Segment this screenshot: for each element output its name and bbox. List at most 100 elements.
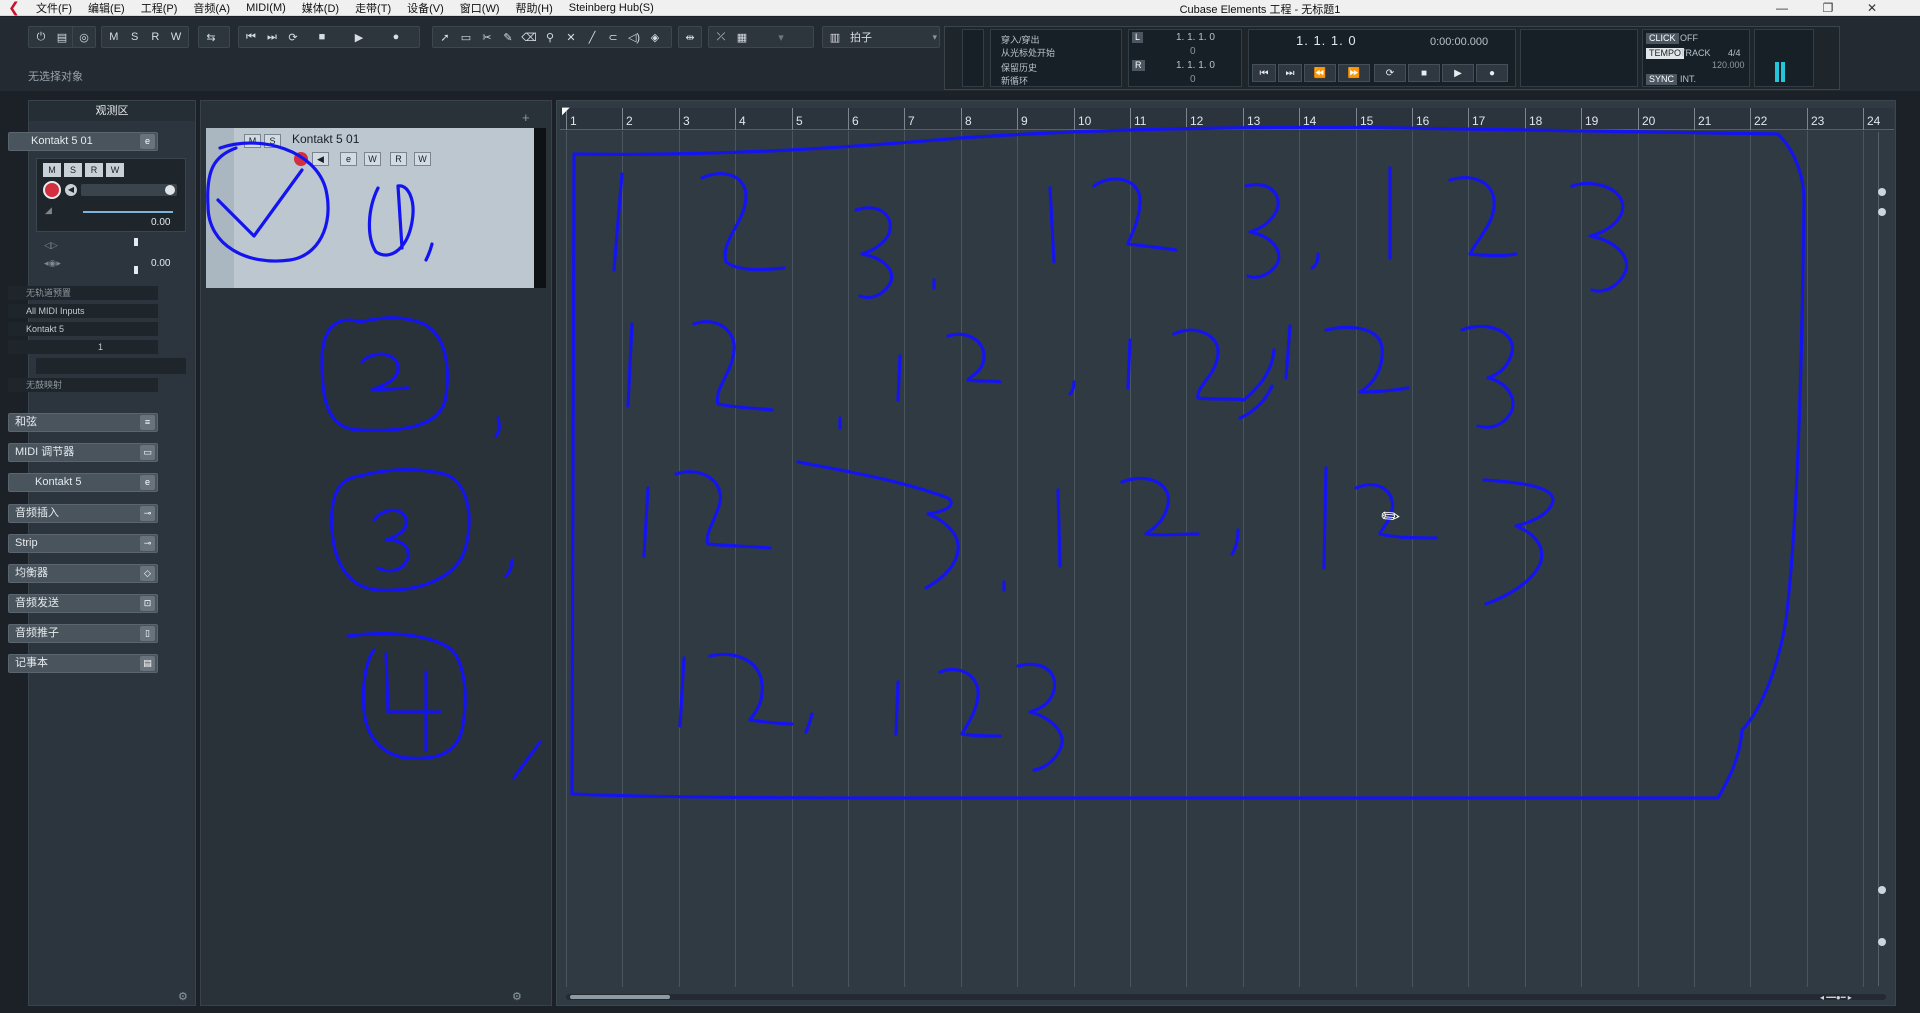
track-record-button[interactable]: [294, 152, 308, 166]
tempo-mode[interactable]: TRACK: [1680, 48, 1711, 58]
section-kontakt[interactable]: Kontakt 5 e: [8, 473, 158, 492]
cycle-icon[interactable]: ⟳: [1374, 64, 1406, 82]
grid-icon[interactable]: ▦: [732, 28, 752, 46]
play-icon[interactable]: ▶: [1442, 64, 1474, 82]
track-monitor-button[interactable]: ◀: [312, 152, 329, 166]
horizontal-zoom-control[interactable]: ◂ ━━●━ ▸: [1820, 993, 1880, 1002]
record-enable-button[interactable]: [43, 181, 61, 199]
menu-midi[interactable]: MIDI(M): [238, 2, 294, 14]
fast-forward-icon[interactable]: ⏩: [1338, 64, 1370, 82]
horizontal-scroll-thumb[interactable]: [570, 995, 670, 999]
ruler-bar-number[interactable]: 11: [1134, 114, 1146, 128]
range-tool-icon[interactable]: ▭: [456, 28, 476, 46]
click-value[interactable]: OFF: [1680, 33, 1698, 43]
section-notepad[interactable]: 记事本 ▤: [8, 654, 158, 673]
play-icon[interactable]: ▶: [341, 28, 377, 46]
ruler-bar-number[interactable]: 14: [1303, 114, 1316, 128]
go-to-end-icon[interactable]: ⏭: [1278, 64, 1302, 82]
nudge-icon[interactable]: ⇹: [681, 28, 699, 46]
left-locator-value[interactable]: 1. 1. 1. 0: [1176, 32, 1215, 43]
delay-handle[interactable]: [134, 266, 138, 274]
time-signature[interactable]: 4/4: [1728, 48, 1741, 58]
right-locator-value[interactable]: 1. 1. 1. 0: [1176, 60, 1215, 71]
pan-value[interactable]: 0.00: [151, 258, 170, 269]
menu-help[interactable]: 帮助(H): [508, 0, 561, 16]
track-write-button[interactable]: W: [414, 152, 431, 166]
ruler-bar-number[interactable]: 3: [683, 114, 690, 128]
mute-tool-icon[interactable]: ✕: [561, 28, 581, 46]
record-icon[interactable]: ●: [378, 28, 414, 46]
ruler-bar-number[interactable]: 4: [739, 114, 746, 128]
ruler-bar-number[interactable]: 15: [1360, 114, 1373, 128]
ruler-bar-number[interactable]: 6: [852, 114, 859, 128]
track-edit-button[interactable]: e: [340, 152, 357, 166]
section-midi-modifiers[interactable]: MIDI 调节器 ▭: [8, 443, 158, 462]
glue-tool-icon[interactable]: ⊂: [603, 28, 623, 46]
track-name-label[interactable]: Kontakt 5 01: [292, 132, 359, 146]
click-label[interactable]: CLICK: [1646, 33, 1679, 44]
track-read-button[interactable]: R: [390, 152, 407, 166]
ruler-bar-number[interactable]: 1: [570, 114, 577, 128]
vertical-zoom-handle[interactable]: [1878, 188, 1886, 196]
pointer-tool-icon[interactable]: ➚: [435, 28, 455, 46]
cycle-icon[interactable]: ⟳: [283, 28, 303, 46]
tracklist-settings-icon[interactable]: ⚙: [512, 990, 522, 1003]
midi-output-field[interactable]: Kontakt 5: [8, 322, 158, 336]
section-audio-sends[interactable]: 音频发送 ⊡: [8, 594, 158, 613]
section-chord[interactable]: 和弦 ≡: [8, 413, 158, 432]
section-audio-fader[interactable]: 音频推子 ▯: [8, 624, 158, 643]
restore-button[interactable]: ❐: [1808, 0, 1848, 16]
track-preset-field[interactable]: 无轨道预置: [8, 286, 158, 300]
sync-value[interactable]: INT.: [1680, 74, 1696, 84]
ruler-bar-number[interactable]: 23: [1811, 114, 1824, 128]
ruler-bar-number[interactable]: 10: [1078, 114, 1091, 128]
ruler-bar-number[interactable]: 7: [908, 114, 915, 128]
inspector-solo-button[interactable]: S: [64, 163, 82, 177]
go-to-end-icon[interactable]: ⏭: [262, 28, 282, 46]
menu-transport[interactable]: 走带(T): [347, 0, 399, 16]
midi-channel-field[interactable]: 1: [8, 340, 158, 354]
menu-devices[interactable]: 设备(V): [399, 0, 452, 16]
ruler-bar-number[interactable]: 16: [1416, 114, 1429, 128]
ruler-bar-number[interactable]: 2: [626, 114, 633, 128]
menu-steinberg-hub[interactable]: Steinberg Hub(S): [561, 2, 662, 14]
vertical-zoom-handle-4[interactable]: [1878, 938, 1886, 946]
drum-map-field[interactable]: 无鼓映射: [8, 378, 158, 392]
tempo-value[interactable]: 120.000: [1712, 60, 1745, 70]
ruler-bar-number[interactable]: 20: [1642, 114, 1655, 128]
menu-window[interactable]: 窗口(W): [452, 0, 508, 16]
power-icon[interactable]: ⏻: [31, 28, 51, 46]
solo-button[interactable]: S: [125, 28, 145, 46]
ruler-bar-number[interactable]: 12: [1190, 114, 1203, 128]
start-from-cursor-label[interactable]: 从光标处开始: [1001, 46, 1055, 59]
section-strip[interactable]: Strip ⊸: [8, 534, 158, 553]
ruler-bar-number[interactable]: 8: [965, 114, 972, 128]
autoscroll-icon[interactable]: ⇆: [201, 28, 221, 46]
go-to-start-icon[interactable]: ⏮: [241, 28, 261, 46]
write-button[interactable]: W: [166, 28, 186, 46]
go-to-start-icon[interactable]: ⏮: [1252, 64, 1276, 82]
freeze-slot[interactable]: [81, 184, 177, 196]
snap-type-dropdown[interactable]: ▾: [753, 28, 809, 46]
keep-history-label[interactable]: 保留历史: [1001, 61, 1037, 74]
ruler-bar-number[interactable]: 5: [796, 114, 803, 128]
volume-slider[interactable]: [83, 211, 173, 213]
vertical-zoom-handle-2[interactable]: [1878, 208, 1886, 216]
volume-value[interactable]: 0.00: [151, 217, 170, 228]
draw-tool-icon[interactable]: ✎: [498, 28, 518, 46]
erase-tool-icon[interactable]: ⌫: [519, 28, 539, 46]
minimize-button[interactable]: —: [1762, 0, 1802, 16]
ruler-bar-number[interactable]: 21: [1698, 114, 1711, 128]
menu-edit[interactable]: 编辑(E): [80, 0, 133, 16]
ruler-bar-number[interactable]: 22: [1754, 114, 1767, 128]
new-cycle-label[interactable]: 新循环: [1001, 74, 1028, 87]
track-solo-button[interactable]: S: [264, 134, 281, 148]
ruler-bar-number[interactable]: 9: [1021, 114, 1028, 128]
section-equalizer[interactable]: 均衡器 ◇: [8, 564, 158, 583]
close-button[interactable]: ✕: [1852, 0, 1892, 16]
edit-instrument-icon[interactable]: e: [140, 134, 155, 149]
horizontal-scrollbar[interactable]: [566, 994, 1886, 1000]
monitor-icon[interactable]: ◀: [65, 184, 77, 196]
zoom-tool-icon[interactable]: ⚲: [540, 28, 560, 46]
stop-icon[interactable]: ■: [304, 28, 340, 46]
